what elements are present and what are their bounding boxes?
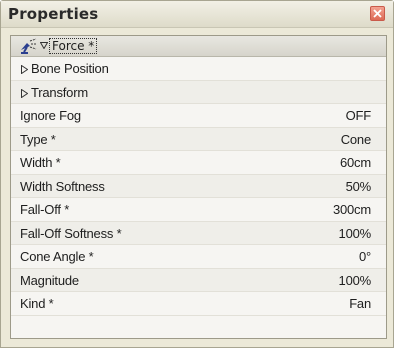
property-row-fall-off-softness[interactable]: Fall-Off Softness * 100% [11, 221, 386, 246]
property-value[interactable]: 0° [359, 245, 371, 269]
property-label: Magnitude [20, 272, 79, 288]
triangle-right-icon[interactable] [21, 88, 28, 98]
group-bone-position[interactable]: Bone Position [11, 57, 386, 81]
triangle-right-icon[interactable] [21, 65, 28, 74]
window-title: Properties [8, 5, 99, 23]
property-row-width-softness[interactable]: Width Softness 50% [11, 174, 386, 199]
property-value[interactable]: Fan [349, 292, 371, 316]
group-transform[interactable]: Transform [11, 80, 386, 104]
property-label: Fall-Off * [20, 202, 70, 217]
property-row-width[interactable]: Width * 60cm [11, 151, 386, 175]
group-label: Bone Position [31, 61, 109, 76]
property-row-ignore-fog[interactable]: Ignore Fog OFF [11, 104, 386, 128]
property-label: Kind * [20, 296, 54, 311]
property-value[interactable]: 100% [339, 222, 372, 246]
property-label: Ignore Fog [20, 108, 81, 123]
force-emitter-icon [21, 38, 37, 54]
property-row-magnitude[interactable]: Magnitude 100% [11, 268, 386, 293]
property-label: Width Softness [20, 178, 105, 194]
property-row-cone-angle[interactable]: Cone Angle * 0° [11, 245, 386, 269]
property-label: Type * [20, 131, 56, 147]
close-button[interactable] [370, 6, 385, 21]
title-bar[interactable]: Properties [1, 1, 393, 28]
property-row-fall-off[interactable]: Fall-Off * 300cm [11, 198, 386, 222]
property-label: Width * [20, 155, 61, 170]
property-label: Fall-Off Softness * [20, 225, 122, 241]
group-label: Transform [31, 84, 88, 100]
property-row-type[interactable]: Type * Cone [11, 127, 386, 152]
property-value[interactable]: 60cm [340, 151, 371, 175]
close-icon [373, 9, 382, 18]
property-grid: Force * Bone Position Transform Ignore F… [10, 35, 387, 339]
property-value[interactable]: 50% [346, 175, 372, 199]
property-label: Cone Angle * [20, 249, 94, 264]
property-row-kind[interactable]: Kind * Fan [11, 292, 386, 316]
property-value[interactable]: 100% [339, 269, 372, 293]
properties-window: Properties Force * Bone Position Transfo… [0, 0, 394, 348]
object-name-label[interactable]: Force * [49, 38, 98, 54]
property-value[interactable]: OFF [346, 104, 372, 128]
object-header-row[interactable]: Force * [11, 36, 386, 57]
property-value[interactable]: 300cm [333, 198, 371, 222]
property-value[interactable]: Cone [341, 128, 371, 152]
triangle-down-icon[interactable] [40, 42, 48, 49]
